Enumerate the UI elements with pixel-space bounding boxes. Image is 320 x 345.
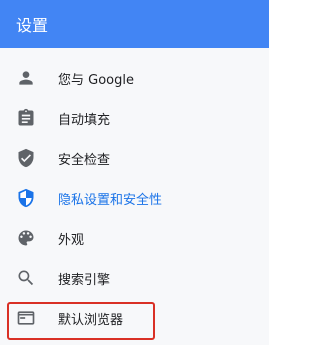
- search-icon: [16, 268, 36, 288]
- browser-icon: [16, 308, 36, 328]
- menu-item-autofill[interactable]: 自动填充: [0, 98, 269, 138]
- menu-item-appearance[interactable]: 外观: [0, 218, 269, 258]
- settings-menu: 您与 Google 自动填充 安全检查 隐私设置和安全性 外观 搜索引擎 默认浏…: [0, 48, 269, 345]
- menu-item-label: 您与 Google: [58, 72, 134, 88]
- settings-header: 设置: [0, 0, 269, 48]
- clipboard-icon: [16, 108, 36, 128]
- privacy-shield-icon: [16, 188, 36, 208]
- shield-check-icon: [16, 148, 36, 168]
- person-icon: [16, 68, 36, 88]
- menu-item-label: 默认浏览器: [58, 312, 124, 328]
- menu-item-label: 隐私设置和安全性: [58, 192, 163, 208]
- menu-item-you-and-google[interactable]: 您与 Google: [0, 58, 269, 98]
- page-title: 设置: [16, 16, 49, 35]
- menu-item-search-engine[interactable]: 搜索引擎: [0, 258, 269, 298]
- menu-item-label: 安全检查: [58, 152, 111, 168]
- menu-item-label: 搜索引擎: [58, 272, 111, 288]
- menu-item-privacy-security[interactable]: 隐私设置和安全性: [0, 178, 269, 218]
- palette-icon: [16, 228, 36, 248]
- menu-item-label: 外观: [58, 232, 85, 248]
- menu-item-default-browser[interactable]: 默认浏览器: [0, 298, 269, 338]
- menu-item-label: 自动填充: [58, 112, 111, 128]
- menu-item-safety-check[interactable]: 安全检查: [0, 138, 269, 178]
